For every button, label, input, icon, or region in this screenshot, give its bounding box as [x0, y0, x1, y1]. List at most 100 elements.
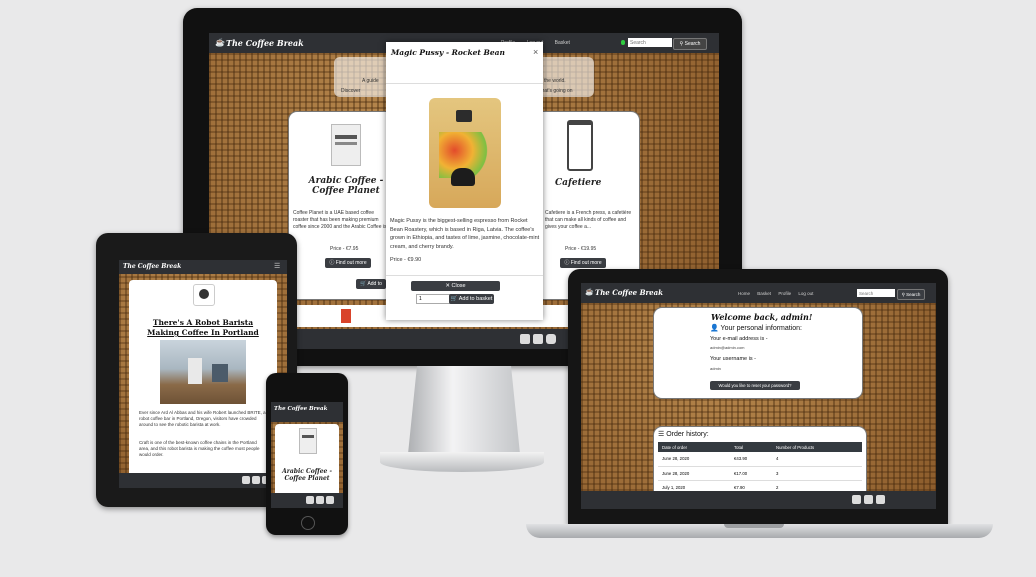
laptop-search-button[interactable]: ⚲ Search — [897, 289, 925, 300]
phone-screen: The Coffee Break Arabic Coffee - Coffee … — [271, 402, 343, 508]
laptop-navbar: ☕ The Coffee Break Home Basket Profile L… — [581, 283, 936, 303]
modal-description: Magic Pussy is the biggest-selling espre… — [390, 218, 540, 250]
search-button-label: Search — [684, 41, 701, 47]
coffee-icon: ☕ — [215, 38, 225, 47]
tablet-article-card: There's A Robot Barista Making Coffee In… — [129, 280, 277, 480]
modal-close-label: Close — [451, 283, 466, 289]
phone-product-title: Arabic Coffee - Coffee Planet — [282, 468, 332, 482]
email-value: admin@admin.com — [710, 345, 745, 350]
monitor-base — [380, 452, 544, 472]
user-icon: 👤 — [710, 325, 719, 332]
article-paragraph-2: Craft is one of the best-known coffee ch… — [139, 440, 260, 457]
product-desc-cafetiere: Cafetiere is a French press, a cafetière… — [545, 210, 632, 230]
find-out-more-button-arabic[interactable]: ⓘ Find out more — [325, 258, 371, 268]
instagram-icon[interactable] — [876, 495, 885, 504]
find-out-more-button-cafetiere[interactable]: ⓘ Find out more — [560, 258, 606, 268]
facebook-icon[interactable] — [306, 496, 314, 504]
modal-add-to-basket-button[interactable]: 🛒 Add to basket — [449, 294, 494, 304]
product-title-cafetiere: Cafetiere — [555, 178, 602, 188]
table-cell: June 28, 2020 — [662, 456, 690, 462]
phone-home-button[interactable] — [301, 516, 315, 530]
search-button[interactable]: ⚲ Search — [673, 38, 707, 50]
column-header: Date of order — [662, 444, 688, 450]
tablet-screen: The Coffee Break ☰ There's A Robot Baris… — [119, 260, 287, 488]
table-cell: 3 — [776, 470, 779, 476]
list-icon: ☰ — [658, 431, 665, 438]
banner-text-2: Discover — [341, 88, 361, 94]
username-value: admin — [710, 366, 721, 371]
table-header-row: Date of order Total Number of Products — [658, 442, 862, 452]
table-cell: June 28, 2020 — [662, 470, 690, 476]
laptop-nav-links[interactable]: Home Basket Profile Log out — [738, 291, 813, 296]
table-cell: €43.90 — [734, 456, 748, 462]
phone-footer — [271, 493, 343, 508]
laptop-search-input[interactable] — [857, 289, 895, 297]
twitter-icon[interactable] — [864, 495, 873, 504]
personal-heading-text: Your personal information: — [720, 325, 803, 332]
order-history-table: Date of order Total Number of Products J… — [658, 442, 862, 494]
instagram-icon[interactable] — [326, 496, 334, 504]
magic-pussy-bag-image — [429, 98, 501, 208]
brand-logo[interactable]: The Coffee Break — [226, 38, 304, 48]
laptop-search-label: Search — [906, 292, 921, 297]
instagram-icon[interactable] — [546, 334, 556, 344]
quantity-input[interactable] — [416, 294, 452, 304]
laptop-notch — [724, 524, 784, 528]
article-image — [160, 340, 246, 404]
laptop-brand[interactable]: The Coffee Break — [595, 288, 663, 297]
nav-link-logout-laptop[interactable]: Log out — [798, 291, 813, 296]
robot-logo — [193, 284, 215, 306]
twitter-icon[interactable] — [533, 334, 543, 344]
email-label: Your e-mail address is - — [710, 336, 768, 342]
menu-icon[interactable]: ☰ — [274, 262, 280, 270]
nav-link-home[interactable]: Home — [738, 291, 750, 296]
laptop-screen: ☕ The Coffee Break Home Basket Profile L… — [581, 283, 936, 509]
phone-product-card: Arabic Coffee - Coffee Planet — [275, 424, 339, 500]
tablet-brand[interactable]: The Coffee Break — [123, 263, 181, 270]
phone-coffee-bag — [299, 428, 317, 454]
nav-link-profile-laptop[interactable]: Profile — [778, 291, 791, 296]
product-price-arabic: Price - €7.95 — [330, 246, 359, 252]
modal-close-button[interactable]: ✕ Close — [411, 281, 500, 291]
table-cell: 4 — [776, 456, 779, 462]
phone-brand[interactable]: The Coffee Break — [274, 406, 327, 412]
table-row: June 28, 2020 €43.90 4 — [658, 452, 862, 466]
product-title-arabic: Arabic Coffee - Coffee Planet — [308, 176, 384, 196]
laptop-footer — [581, 491, 936, 509]
modal-divider-top — [386, 83, 543, 84]
phone-navbar: The Coffee Break — [271, 402, 343, 422]
cafetiere-image — [567, 120, 593, 171]
column-header: Number of Products — [776, 444, 815, 450]
reset-password-button[interactable]: Would you like to reset your password? — [710, 381, 800, 390]
order-history-heading: ☰ Order history: — [658, 430, 709, 438]
table-cell: €17.00 — [734, 470, 748, 476]
modal-add-label: Add to basket — [458, 296, 493, 302]
facebook-icon[interactable] — [242, 476, 250, 484]
order-heading-text: Order history: — [666, 431, 709, 438]
close-icon[interactable]: × — [533, 47, 538, 57]
welcome-heading: Welcome back, admin! — [711, 312, 813, 322]
banner-text-1: A guide — [362, 78, 379, 84]
coffee-icon: ☕ — [585, 289, 594, 296]
article-paragraph-1: Ever since Ard Al Abbas and his wife Rob… — [139, 410, 266, 427]
modal-price: Price - €9.90 — [390, 257, 422, 263]
facebook-icon[interactable] — [852, 495, 861, 504]
nav-link-basket-laptop[interactable]: Basket — [757, 291, 771, 296]
facebook-icon[interactable] — [520, 334, 530, 344]
modal-title: Magic Pussy - Rocket Bean — [391, 48, 505, 57]
add-to-basket-button-desktop[interactable]: 🛒 Add to — [356, 279, 386, 289]
coffee-planet-bag — [331, 124, 361, 166]
twitter-icon[interactable] — [316, 496, 324, 504]
table-row: June 28, 2020 €17.00 3 — [658, 466, 862, 480]
modal-divider-bottom — [386, 275, 543, 276]
search-input[interactable] — [628, 38, 672, 47]
product-price-cafetiere: Price - €19.95 — [565, 246, 597, 252]
search-icon: ⚲ — [679, 41, 684, 47]
find-out-more-label: Find out more — [335, 260, 367, 266]
banner-text-2b: what's going on — [538, 88, 573, 94]
twitter-icon[interactable] — [252, 476, 260, 484]
tablet-footer — [119, 473, 287, 488]
nav-link-basket[interactable]: Basket — [555, 40, 570, 46]
search-icon: ⚲ — [901, 292, 905, 297]
personal-info-card: Welcome back, admin! 👤 Your personal inf… — [654, 308, 862, 398]
